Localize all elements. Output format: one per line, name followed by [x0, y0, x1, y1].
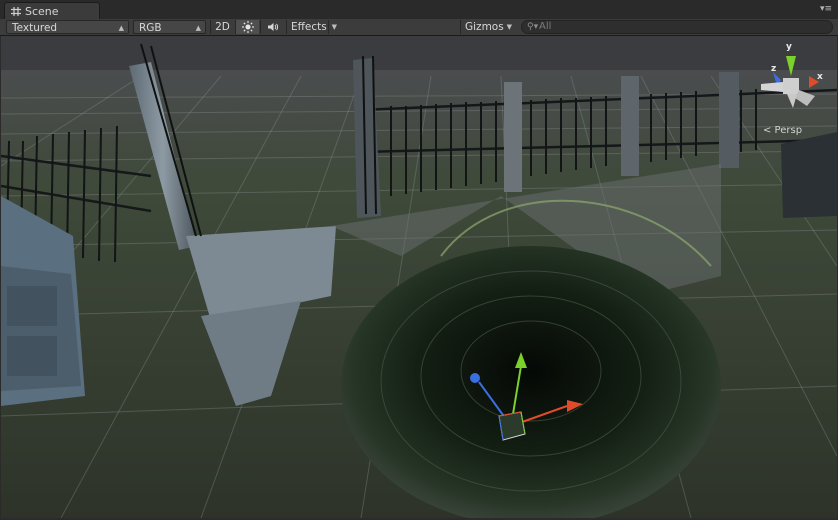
gizmo-x-label: x: [817, 72, 823, 82]
panel-menu-icon[interactable]: ▾≡: [820, 5, 832, 14]
scene-toolbar: Textured ▲ RGB ▲ 2D Effects ▼ Gizmos ▼ ⚲…: [0, 19, 838, 36]
hole-mesh: [341, 246, 721, 518]
chevron-updown-icon: ▲: [118, 24, 124, 32]
z-axis-arrow-icon[interactable]: [470, 373, 480, 383]
tab-scene[interactable]: Scene: [4, 2, 100, 20]
search-input[interactable]: ⚲▾ All: [521, 20, 833, 34]
gizmos-dropdown[interactable]: Gizmos ▼: [460, 20, 516, 34]
tab-bar: Scene ▾≡: [0, 0, 838, 20]
shading-mode-value: Textured: [12, 22, 58, 34]
chevron-down-icon: ▼: [506, 23, 512, 31]
search-icon: ⚲▾: [527, 22, 539, 32]
gizmo-center-cube[interactable]: [783, 78, 799, 94]
search-placeholder: All: [539, 21, 552, 32]
effects-label: Effects: [291, 21, 327, 33]
gizmo-y-label: y: [786, 42, 792, 52]
grid-icon: [11, 7, 21, 16]
render-mode-value: RGB: [139, 22, 162, 34]
speaker-icon: [268, 23, 279, 31]
scene-audio-button[interactable]: [260, 20, 284, 34]
scene-lighting-button[interactable]: [235, 20, 259, 34]
chevron-down-icon: ▼: [327, 20, 337, 34]
gizmos-label: Gizmos: [465, 21, 504, 33]
crypt-right: [781, 132, 837, 218]
shading-mode-dropdown[interactable]: Textured ▲: [6, 20, 129, 34]
chevron-updown-icon: ▲: [195, 24, 201, 32]
sun-icon: [242, 21, 254, 33]
tab-label: Scene: [25, 5, 59, 18]
render-mode-dropdown[interactable]: RGB ▲: [133, 20, 206, 34]
mode-2d-label: 2D: [215, 21, 230, 33]
effects-dropdown[interactable]: Effects ▼: [286, 20, 340, 34]
scene-viewport[interactable]: y x z < Persp: [1, 36, 837, 518]
projection-toggle[interactable]: < Persp: [763, 125, 802, 136]
mode-2d-button[interactable]: 2D: [210, 20, 234, 34]
scene-render: [1, 36, 837, 518]
gizmo-z-label: z: [771, 64, 777, 74]
